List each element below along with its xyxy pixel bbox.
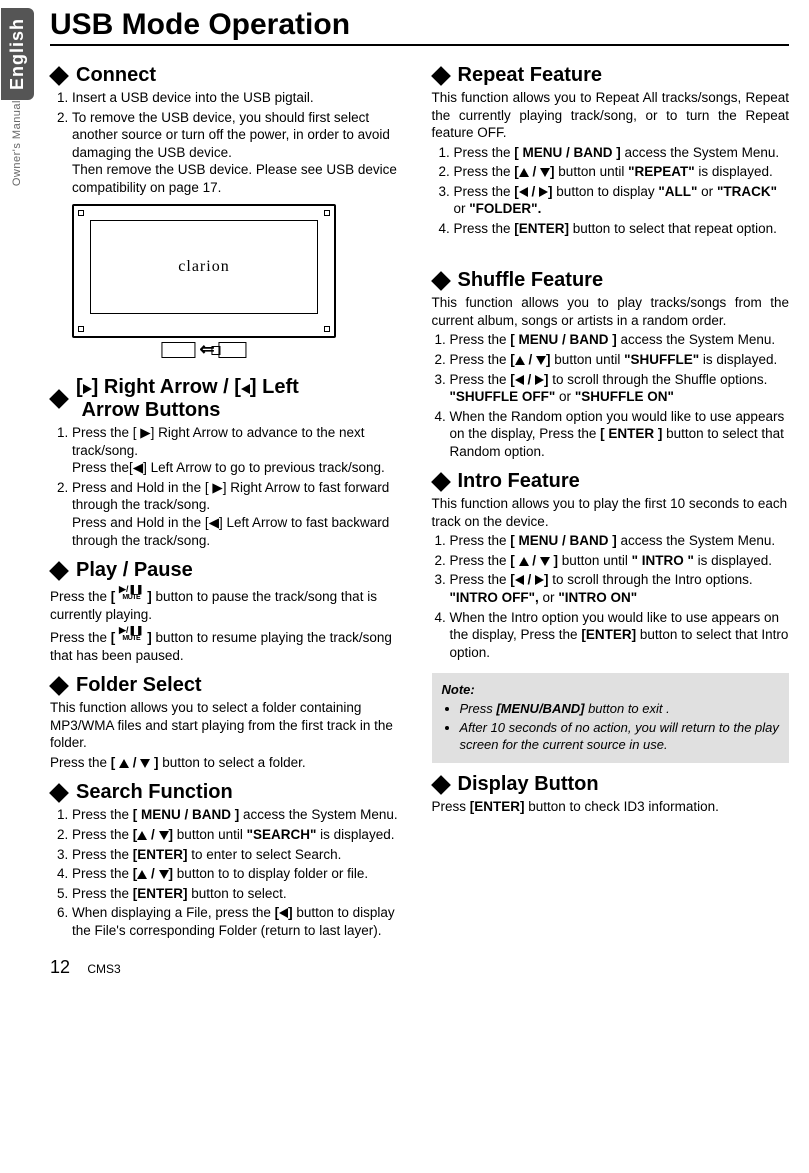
- note-bullet-1: Press [MENU/BAND] button to exit .: [460, 701, 780, 718]
- folder-heading: Folder Select: [76, 674, 202, 697]
- tab-owners-manual: Owner's Manual: [11, 100, 23, 196]
- search-5: Press the [ENTER] button to select.: [72, 885, 408, 903]
- repeat-1: Press the [ MENU / BAND ] access the Sys…: [454, 144, 790, 162]
- diamond-icon: [431, 775, 451, 795]
- arrows-2a: Press and Hold in the [ ▶] Right Arrow t…: [72, 480, 389, 513]
- shuffle-2: Press the [ / ] button until "SHUFFLE" i…: [450, 351, 790, 369]
- arrows-1b: Press the[◀] Left Arrow to go to previou…: [72, 460, 385, 475]
- page-number: 12: [50, 957, 70, 977]
- left-arrow-icon: [241, 384, 250, 394]
- repeat-desc: This function allows you to Repeat All t…: [432, 89, 790, 142]
- search-heading: Search Function: [76, 781, 233, 804]
- arrows-1a: Press the [ ▶] Right Arrow to advance to…: [72, 425, 365, 458]
- shuffle-desc: This function allows you to play tracks/…: [432, 294, 790, 329]
- arrows-heading: [] Right Arrow / [] Left Arrow Buttons: [76, 376, 299, 422]
- device-brand: clarion: [90, 220, 318, 314]
- search-1: Press the [ MENU / BAND ] access the Sys…: [72, 806, 408, 824]
- footer: 12 CMS3: [50, 957, 789, 978]
- intro-list: Press the [ MENU / BAND ] access the Sys…: [432, 532, 790, 661]
- display-p: Press [ENTER] button to check ID3 inform…: [432, 798, 790, 816]
- search-list: Press the [ MENU / BAND ] access the Sys…: [50, 806, 408, 939]
- diamond-icon: [49, 389, 69, 409]
- arrows-item-1: Press the [ ▶] Right Arrow to advance to…: [72, 424, 408, 477]
- connect-list: Insert a USB device into the USB pigtail…: [50, 89, 408, 196]
- left-column: Connect Insert a USB device into the USB…: [50, 54, 408, 945]
- page-content: USB Mode Operation Connect Insert a USB …: [50, 8, 789, 978]
- intro-1: Press the [ MENU / BAND ] access the Sys…: [450, 532, 790, 550]
- intro-2: Press the [ / ] button until " INTRO " i…: [450, 552, 790, 570]
- folder-press: Press the [ / ] button to select a folde…: [50, 754, 408, 772]
- repeat-4: Press the [ENTER] button to select that …: [454, 220, 790, 238]
- shuffle-1: Press the [ MENU / BAND ] access the Sys…: [450, 331, 790, 349]
- shuffle-list: Press the [ MENU / BAND ] access the Sys…: [432, 331, 790, 460]
- tab-english: English: [1, 8, 34, 100]
- connect-heading: Connect: [76, 64, 156, 87]
- play-heading: Play / Pause: [76, 559, 193, 582]
- shuffle-3: Press the [ / ] to scroll through the Sh…: [450, 371, 790, 406]
- arrows-list: Press the [ ▶] Right Arrow to advance to…: [50, 424, 408, 549]
- note-title: Note:: [442, 681, 780, 699]
- right-arrow-icon: [83, 384, 92, 394]
- diamond-icon: [431, 271, 451, 291]
- device-illustration: clarion ⇐: [72, 204, 336, 338]
- diamond-icon: [431, 472, 451, 492]
- search-3: Press the [ENTER] to enter to select Sea…: [72, 846, 408, 864]
- connect-item-2a: To remove the USB device, you should fir…: [72, 110, 390, 160]
- page-title: USB Mode Operation: [50, 8, 789, 46]
- shuffle-heading: Shuffle Feature: [458, 269, 604, 292]
- search-6: When displaying a File, press the [] but…: [72, 904, 408, 939]
- repeat-2: Press the [ / ] button until "REPEAT" is…: [454, 163, 790, 181]
- play-p1: Press the [ ▶/❚❚MUTE ] button to pause t…: [50, 586, 408, 623]
- intro-desc: This function allows you to play the fir…: [432, 495, 790, 530]
- diamond-icon: [49, 783, 69, 803]
- side-tabs: English Owner's Manual: [0, 8, 34, 978]
- repeat-list: Press the [ MENU / BAND ] access the Sys…: [432, 144, 790, 238]
- right-column: Repeat Feature This function allows you …: [432, 54, 790, 945]
- arrows-item-2: Press and Hold in the [ ▶] Right Arrow t…: [72, 479, 408, 549]
- diamond-icon: [49, 561, 69, 581]
- search-2: Press the [ / ] button until "SEARCH" is…: [72, 826, 408, 844]
- diamond-icon: [431, 66, 451, 86]
- display-heading: Display Button: [458, 773, 599, 796]
- usb-port-illustration: ⇐: [161, 339, 246, 360]
- note-bullet-2: After 10 seconds of no action, you will …: [460, 720, 780, 754]
- diamond-icon: [49, 676, 69, 696]
- connect-item-1: Insert a USB device into the USB pigtail…: [72, 89, 408, 107]
- search-4: Press the [ / ] button to to display fol…: [72, 865, 408, 883]
- intro-3: Press the [ / ] to scroll through the In…: [450, 571, 790, 606]
- connect-item-2b: Then remove the USB device. Please see U…: [72, 162, 397, 195]
- connect-item-2: To remove the USB device, you should fir…: [72, 109, 408, 197]
- arrows-2b: Press and Hold in the [◀] Left Arrow to …: [72, 515, 389, 548]
- intro-heading: Intro Feature: [458, 470, 580, 493]
- note-box: Note: Press [MENU/BAND] button to exit .…: [432, 673, 790, 763]
- shuffle-4: When the Random option you would like to…: [450, 408, 790, 461]
- repeat-3: Press the [ / ] button to display "ALL" …: [454, 183, 790, 218]
- diamond-icon: [49, 66, 69, 86]
- intro-4: When the Intro option you would like to …: [450, 609, 790, 662]
- model-code: CMS3: [87, 962, 120, 976]
- folder-desc: This function allows you to select a fol…: [50, 699, 408, 752]
- repeat-heading: Repeat Feature: [458, 64, 603, 87]
- play-p2: Press the [ ▶/❚❚MUTE ] button to resume …: [50, 627, 408, 664]
